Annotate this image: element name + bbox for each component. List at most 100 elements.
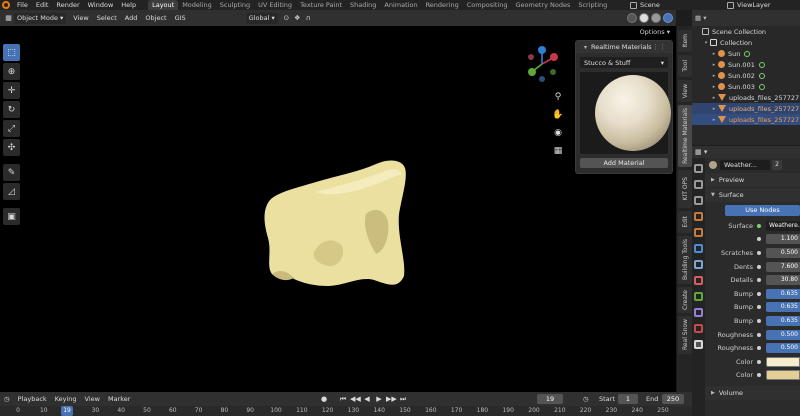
drag-handle-icon[interactable]: ⋮⋮ (652, 43, 666, 51)
properties-tab-icon[interactable] (694, 196, 703, 205)
transform-icon[interactable]: ✣ (3, 139, 20, 156)
properties-tab-icon[interactable] (694, 276, 703, 285)
select-box-icon[interactable]: ⬚ (3, 44, 20, 61)
surface-shader-field[interactable]: Weathere... (766, 220, 800, 231)
surface-section[interactable]: ▼ Surface (705, 188, 800, 202)
camera-view-icon[interactable]: ◉ (551, 126, 565, 140)
menu-view[interactable]: View (69, 14, 92, 22)
menu-window[interactable]: Window (84, 0, 118, 10)
expand-arrow-icon[interactable]: ▸ (710, 95, 718, 101)
solid-shading-icon[interactable] (639, 13, 649, 23)
end-frame-field[interactable]: 250 (662, 394, 684, 404)
value-field[interactable]: 1.100 (766, 234, 800, 245)
expand-arrow-icon[interactable]: ▸ (710, 117, 718, 123)
material-shading-icon[interactable] (651, 13, 661, 23)
menu-marker[interactable]: Marker (104, 395, 134, 403)
outliner-row[interactable]: ▸ uploads_files_257727 (692, 103, 800, 114)
material-preview[interactable] (580, 72, 671, 154)
menu-view[interactable]: View (81, 395, 104, 403)
value-field[interactable]: 0.635 (766, 288, 800, 299)
next-keyframe-icon[interactable]: ▶▶ (386, 394, 397, 404)
add-cube-icon[interactable]: ▣ (3, 208, 20, 225)
tab-tool[interactable]: Tool (678, 55, 692, 77)
outliner-row[interactable]: Scene Collection (692, 26, 800, 37)
material-category-select[interactable]: Stucco & Stuff ▾ (580, 57, 668, 68)
tab-uv-editing[interactable]: UV Editing (254, 0, 296, 10)
start-frame-field[interactable]: 1 (618, 394, 638, 404)
preview-section[interactable]: ▶ Preview (705, 173, 800, 187)
properties-tab-icon[interactable] (694, 180, 703, 189)
expand-arrow-icon[interactable]: ▸ (710, 73, 718, 79)
jump-end-icon[interactable]: ⏭ (398, 394, 408, 404)
tab-layout[interactable]: Layout (148, 0, 179, 10)
tab-kit-ops[interactable]: KIT OPS (678, 170, 692, 208)
properties-tab-icon[interactable] (694, 212, 703, 221)
menu-keying[interactable]: Keying (51, 395, 81, 403)
tab-building-tools[interactable]: Building Tools (678, 236, 692, 284)
value-field[interactable]: 0.500 (766, 247, 800, 258)
collapse-arrow-icon[interactable]: ▾ (702, 40, 710, 46)
tab-shading[interactable]: Shading (346, 0, 380, 10)
record-icon[interactable]: ● (319, 394, 329, 404)
pivot-icon[interactable]: ⊙ (281, 13, 292, 24)
tab-real-snow[interactable]: Real Snow (678, 316, 692, 354)
proportional-edit-icon[interactable]: ∩ (303, 13, 314, 24)
properties-tab-icon[interactable] (694, 340, 703, 349)
menu-edit[interactable]: Edit (32, 0, 53, 10)
properties-editor-icon[interactable]: ▦ ▾ (695, 148, 707, 156)
menu-file[interactable]: File (13, 0, 32, 10)
menu-help[interactable]: Help (117, 0, 140, 10)
menu-gis[interactable]: GIS (171, 14, 190, 22)
frame-ruler[interactable]: 0102030405060708090100110120130140150160… (0, 406, 692, 416)
properties-tab-icon[interactable] (694, 244, 703, 253)
tab-compositing[interactable]: Compositing (463, 0, 512, 10)
orientation-selector[interactable]: Global ▾ (245, 12, 278, 24)
mesh-object[interactable] (258, 156, 414, 304)
material-users-count[interactable]: 2 (772, 160, 782, 170)
outliner-row[interactable]: ▸ uploads_files_257727 (692, 92, 800, 103)
value-field[interactable]: 0.500 (766, 343, 800, 354)
expand-arrow-icon[interactable]: ▸ (710, 62, 718, 68)
clock-icon[interactable]: ◷ (583, 394, 589, 404)
properties-tab-icon[interactable] (694, 308, 703, 317)
outliner-row[interactable]: ▸ uploads_files_257727 (692, 114, 800, 125)
outliner-row[interactable]: ▸ Sun (692, 48, 800, 59)
menu-select[interactable]: Select (93, 14, 121, 22)
rotate-icon[interactable]: ↻ (3, 101, 20, 118)
rendered-shading-icon[interactable] (663, 13, 673, 23)
value-field[interactable]: 7.600 (766, 261, 800, 272)
outliner-row[interactable]: ▸ Sun.002 (692, 70, 800, 81)
3d-viewport[interactable]: Options ▾ ⬚ ⊕ ✛ ↻ ⤢ ✣ ✎ ◿ ▣ ⚲ ✋ ◉ ▦ ▾ Realtime M… (0, 26, 676, 392)
color-swatch[interactable] (766, 356, 800, 367)
jump-start-icon[interactable]: ⏮ (338, 394, 348, 404)
snap-icon[interactable]: ❖ (292, 13, 303, 24)
properties-tab-icon[interactable] (694, 324, 703, 333)
tab-scripting[interactable]: Scripting (574, 0, 611, 10)
properties-tab-icon[interactable] (694, 260, 703, 269)
zoom-icon[interactable]: ⚲ (551, 90, 565, 104)
properties-tab-icon[interactable] (694, 228, 703, 237)
current-frame-field[interactable]: 19 (537, 394, 563, 404)
tab-edit[interactable]: Edit (678, 211, 692, 233)
playhead-frame-indicator[interactable]: 19 (61, 406, 74, 416)
menu-add[interactable]: Add (121, 14, 142, 22)
tab-item[interactable]: Item (678, 30, 692, 52)
material-sphere-icon[interactable] (709, 161, 717, 169)
menu-object[interactable]: Object (141, 14, 170, 22)
collapse-caret-icon[interactable]: ▾ (584, 44, 587, 51)
tab-create[interactable]: Create (678, 287, 692, 313)
tab-geometry-nodes[interactable]: Geometry Nodes (512, 0, 575, 10)
properties-tab-icon[interactable] (694, 164, 703, 173)
color-swatch[interactable] (766, 370, 800, 381)
annotate-icon[interactable]: ✎ (3, 164, 20, 181)
pan-hand-icon[interactable]: ✋ (551, 108, 565, 122)
menu-render[interactable]: Render (52, 0, 83, 10)
cursor-icon[interactable]: ⊕ (3, 63, 20, 80)
tab-texture-paint[interactable]: Texture Paint (296, 0, 346, 10)
tab-view[interactable]: View (678, 80, 692, 102)
measure-icon[interactable]: ◿ (3, 183, 20, 200)
value-field[interactable]: 0.635 (766, 315, 800, 326)
volume-section[interactable]: ▶ Volume (705, 386, 800, 401)
view-layer-selector[interactable]: ViewLayer (727, 0, 771, 10)
display-mode-icon[interactable]: ▦ ▾ (695, 14, 706, 22)
